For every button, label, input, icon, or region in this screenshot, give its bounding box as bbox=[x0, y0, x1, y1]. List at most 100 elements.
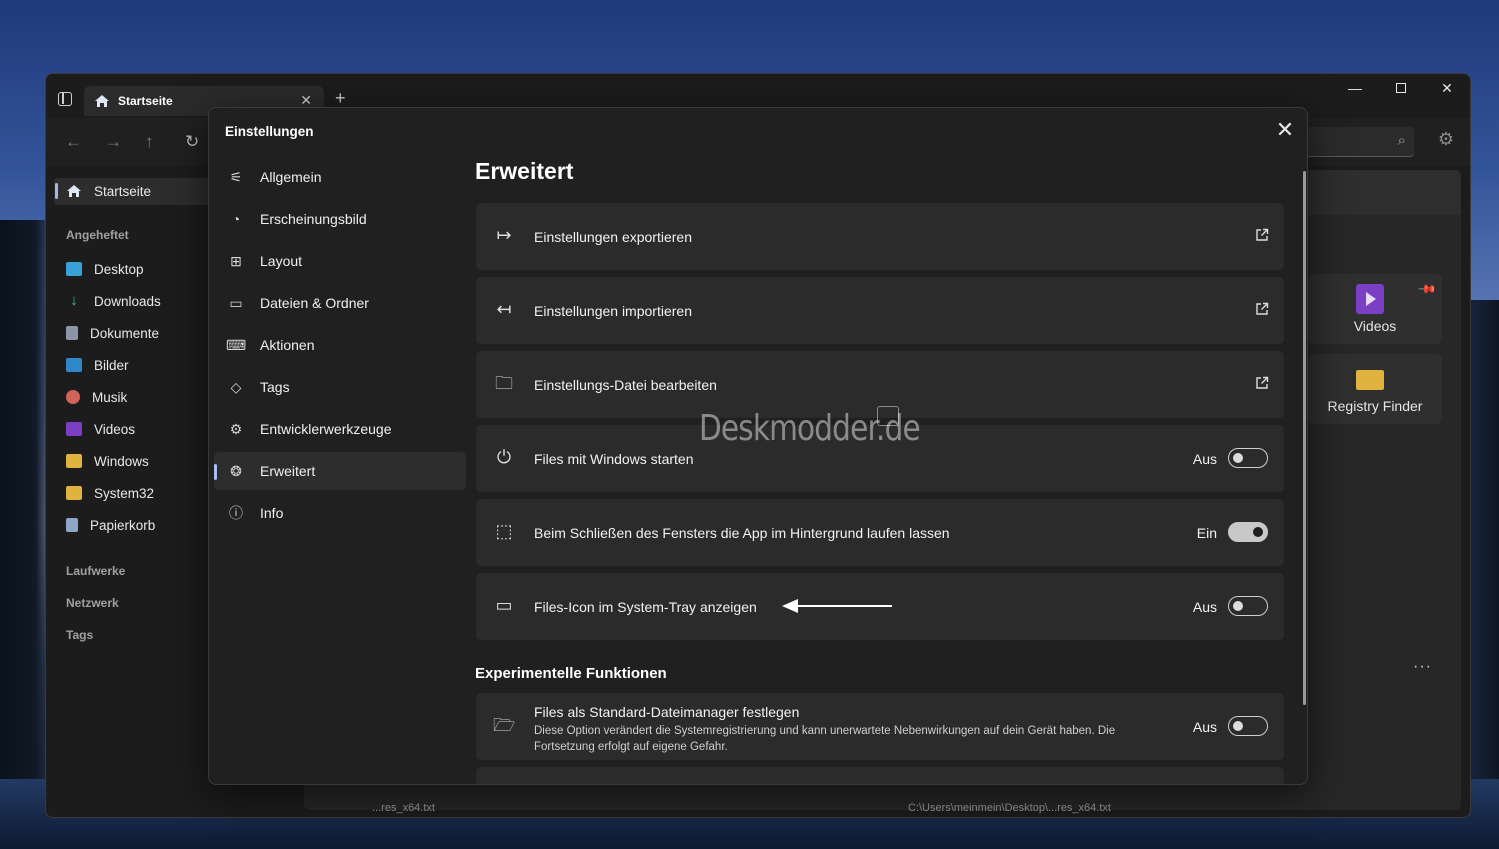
desktop-icon bbox=[66, 262, 82, 276]
sidebar-item-label: Dokumente bbox=[90, 325, 160, 341]
refresh-icon[interactable]: ↻ bbox=[185, 132, 199, 152]
more-options-icon[interactable]: ··· bbox=[1413, 658, 1432, 676]
sidebar-active-indicator bbox=[55, 183, 58, 199]
document-icon bbox=[66, 326, 78, 340]
setting-row-export[interactable]: ↦ Einstellungen exportieren bbox=[476, 203, 1284, 270]
settings-nav-layout[interactable]: ⊞ Layout bbox=[214, 242, 466, 280]
window-close-button[interactable]: ✕ bbox=[1424, 80, 1470, 97]
startup-toggle[interactable] bbox=[1228, 448, 1268, 468]
recent-file-path: C:\Users\meinmein\Desktop\...res_x64.txt bbox=[908, 802, 1111, 814]
power-icon: ⏻ bbox=[496, 447, 512, 467]
sidebar-item-system32[interactable]: System32 bbox=[66, 482, 154, 504]
settings-nav-info[interactable]: ⓘ Info bbox=[214, 494, 466, 532]
back-icon[interactable]: ← bbox=[65, 132, 82, 152]
new-tab-button[interactable]: + bbox=[335, 88, 346, 109]
sidebar-item-downloads[interactable]: ↓ Downloads bbox=[66, 290, 161, 312]
sidebar-heading-pinned[interactable]: Angeheftet bbox=[66, 228, 129, 242]
quick-access-card-registry-finder[interactable]: Registry Finder bbox=[1308, 354, 1442, 424]
sidebar-item-label: Startseite bbox=[94, 183, 152, 199]
dialog-title: Einstellungen bbox=[225, 124, 314, 139]
toggle-knob bbox=[1253, 526, 1263, 537]
sidebar-item-papierkorb[interactable]: Papierkorb bbox=[66, 514, 155, 536]
nav-label: Tags bbox=[260, 379, 290, 395]
up-icon[interactable]: ↑ bbox=[145, 132, 154, 152]
search-icon: ⌕ bbox=[1397, 132, 1406, 149]
home-icon bbox=[95, 95, 109, 107]
toggle-knob bbox=[1233, 600, 1243, 611]
settings-nav-erscheinungsbild[interactable]: ◔ Erscheinungsbild bbox=[214, 200, 466, 238]
folder-edit-icon: 🗀 bbox=[495, 373, 513, 393]
toggle-knob bbox=[1233, 452, 1243, 463]
dialog-scrollbar[interactable] bbox=[1303, 171, 1306, 705]
settings-nav-erweitert[interactable]: ❂ Erweitert bbox=[214, 452, 466, 490]
setting-row-default-manager: 🗁 Files als Standard-Dateimanager festle… bbox=[476, 693, 1284, 760]
toggle-sidebar-icon[interactable] bbox=[58, 92, 72, 106]
setting-label: Files als Standard-Dateimanager festlege… bbox=[534, 704, 800, 720]
sidebar-item-startseite[interactable]: Startseite bbox=[66, 180, 151, 202]
external-link-icon bbox=[1256, 376, 1269, 389]
nav-label: Erweitert bbox=[260, 463, 316, 479]
setting-row-next bbox=[476, 767, 1284, 784]
nav-label: Entwicklerwerkzeuge bbox=[260, 421, 392, 437]
pictures-icon bbox=[66, 358, 82, 372]
content-header-strip bbox=[1308, 170, 1461, 215]
background-icon: ⬚ bbox=[495, 521, 513, 541]
nav-active-indicator bbox=[214, 464, 217, 480]
toggle-state-label: Aus bbox=[1192, 719, 1217, 735]
background-toggle[interactable] bbox=[1228, 522, 1268, 542]
default-manager-toggle[interactable] bbox=[1228, 716, 1268, 736]
annotation-arrow-line bbox=[798, 605, 892, 607]
nav-label: Aktionen bbox=[260, 337, 315, 353]
sidebar-item-windows[interactable]: Windows bbox=[66, 450, 149, 472]
file-sidebar: Startseite Angeheftet Desktop ↓ Downloads… bbox=[46, 166, 216, 817]
tray-toggle[interactable] bbox=[1228, 596, 1268, 616]
import-icon: ↤ bbox=[496, 299, 512, 319]
sidebar-item-label: Windows bbox=[94, 453, 149, 469]
sidebar-heading-tags[interactable]: Tags bbox=[66, 628, 93, 642]
nav-label: Layout bbox=[260, 253, 303, 269]
maximize-icon bbox=[1396, 83, 1406, 93]
search-input[interactable]: ⌕ bbox=[1302, 127, 1414, 157]
sidebar-item-label: Videos bbox=[94, 421, 136, 437]
setting-label: Files mit Windows starten bbox=[534, 451, 694, 467]
settings-nav-dateien-ordner[interactable]: ▭ Dateien & Ordner bbox=[214, 284, 466, 322]
toggle-state-label: Aus bbox=[1192, 451, 1217, 467]
home-icon bbox=[67, 185, 81, 197]
sidebar-item-bilder[interactable]: Bilder bbox=[66, 354, 129, 376]
nav-label: Erscheinungsbild bbox=[260, 211, 367, 227]
settings-nav-allgemein[interactable]: ⚟ Allgemein bbox=[214, 158, 466, 196]
setting-description: Diese Option verändert die Systemregistr… bbox=[534, 725, 1116, 753]
sidebar-item-musik[interactable]: Musik bbox=[66, 386, 127, 408]
setting-label: Einstellungen importieren bbox=[534, 303, 692, 319]
sidebar-item-dokumente[interactable]: Dokumente bbox=[66, 322, 159, 344]
forward-icon[interactable]: → bbox=[105, 132, 122, 152]
setting-row-import[interactable]: ↤ Einstellungen importieren bbox=[476, 277, 1284, 344]
settings-nav-entwicklerwerkzeuge[interactable]: ⚙ Entwicklerwerkzeuge bbox=[214, 410, 466, 448]
sidebar-item-label: Musik bbox=[92, 389, 128, 405]
sidebar-item-videos[interactable]: Videos bbox=[66, 418, 135, 440]
nav-label: Dateien & Ordner bbox=[260, 295, 369, 311]
setting-label: Einstellungs-Datei bearbeiten bbox=[534, 377, 717, 393]
sidebar-item-label: System32 bbox=[94, 485, 155, 501]
recent-file-name[interactable]: ...res_x64.txt bbox=[372, 802, 435, 814]
sidebar-heading-network[interactable]: Netzwerk bbox=[66, 596, 119, 610]
nav-label: Allgemein bbox=[260, 169, 322, 185]
download-icon: ↓ bbox=[70, 292, 78, 309]
sidebar-item-desktop[interactable]: Desktop bbox=[66, 258, 144, 280]
toggle-state-label: Aus bbox=[1192, 599, 1217, 615]
folder-icon bbox=[66, 454, 82, 468]
settings-gear-icon[interactable]: ⚙ bbox=[1438, 129, 1454, 150]
card-label: Registry Finder bbox=[1327, 398, 1423, 414]
settings-nav-tags[interactable]: ◇ Tags bbox=[214, 368, 466, 406]
folder-icon bbox=[1356, 370, 1384, 390]
dialog-close-button[interactable]: ✕ bbox=[1273, 118, 1297, 142]
sidebar-heading-drives[interactable]: Laufwerke bbox=[66, 564, 125, 578]
setting-row-background: ⬚ Beim Schließen des Fensters die App im… bbox=[476, 499, 1284, 566]
minimize-button[interactable]: — bbox=[1332, 80, 1378, 96]
settings-nav-aktionen[interactable]: ⌨ Aktionen bbox=[214, 326, 466, 364]
setting-label: Beim Schließen des Fensters die App im H… bbox=[534, 525, 950, 541]
watermark-logo-icon bbox=[877, 406, 899, 426]
folder-open-icon: 🗁 bbox=[493, 715, 516, 735]
palette-icon: ◔ bbox=[231, 211, 241, 227]
maximize-button[interactable] bbox=[1378, 80, 1424, 96]
